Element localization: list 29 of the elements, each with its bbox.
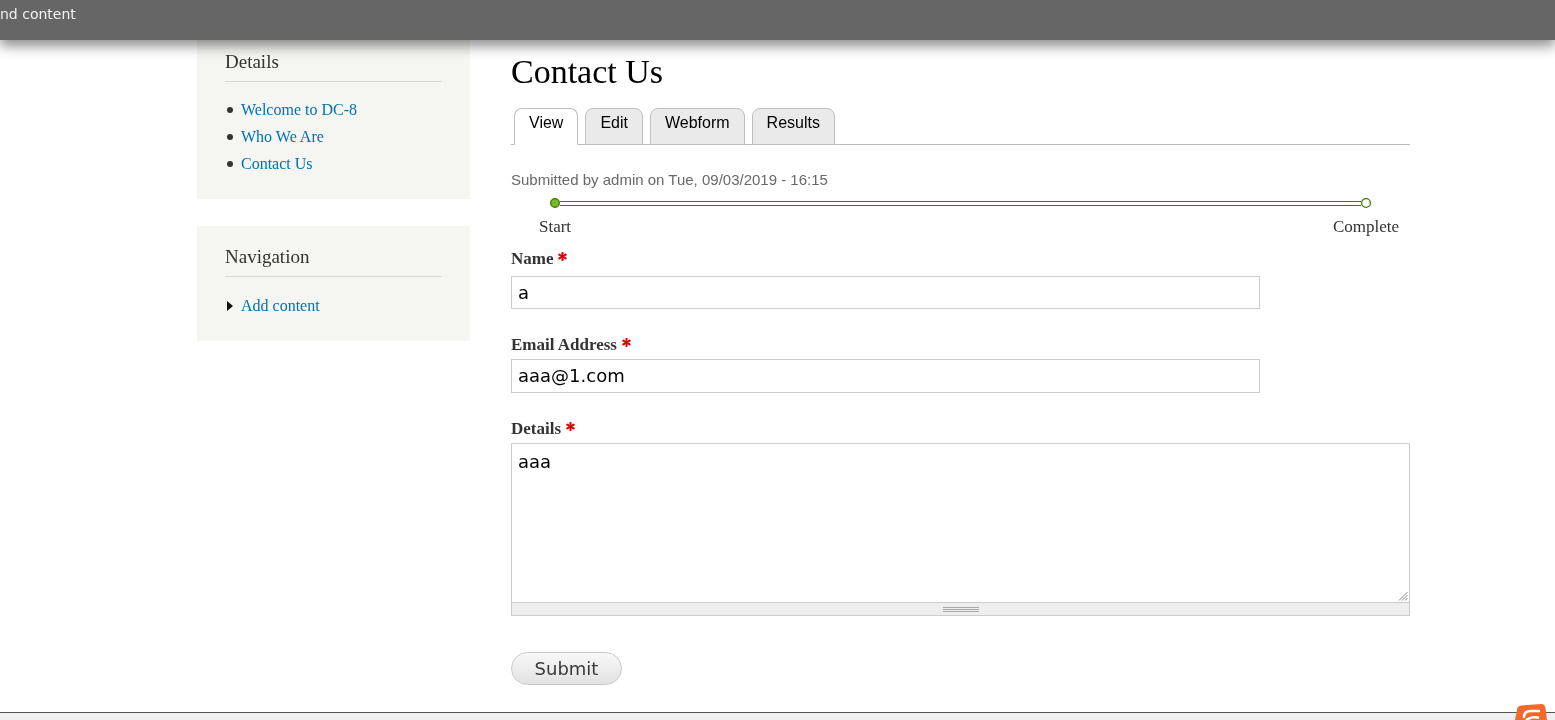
step-label: Start: [538, 216, 572, 238]
sidebar-link[interactable]: Welcome to DC-8: [241, 99, 357, 120]
bullet-icon: [227, 160, 233, 167]
sidebar-link[interactable]: Contact Us: [241, 153, 313, 174]
text-input-field[interactable]: aaa@1.com: [511, 359, 1260, 393]
block-title: Details: [225, 50, 442, 82]
app-icon[interactable]: [1513, 704, 1547, 720]
resize-grip-icon: [1398, 591, 1408, 601]
submit-button[interactable]: Submit: [511, 652, 622, 685]
text-input-field[interactable]: a: [511, 276, 1260, 309]
textarea-field[interactable]: aaa: [511, 443, 1410, 603]
tab[interactable]: Webform: [649, 108, 745, 145]
tab[interactable]: View: [514, 108, 579, 145]
block-title: Navigation: [225, 245, 442, 277]
tab[interactable]: Results: [751, 108, 835, 145]
drag-handle-icon: [942, 606, 979, 612]
submitted-info: Submitted by admin on Tue, 09/03/2019 - 16:15: [511, 171, 829, 189]
sidebar-link[interactable]: Who We Are: [241, 126, 324, 147]
tab[interactable]: Edit: [585, 108, 643, 145]
bullet-icon: [227, 106, 233, 113]
triangle-icon: [227, 300, 233, 311]
toolbar-link[interactable]: nd content: [0, 5, 76, 23]
page-title: Contact Us: [511, 52, 665, 92]
field-label: Details: [511, 418, 562, 440]
field-label: Email Address: [511, 334, 617, 356]
field-label: Name: [511, 248, 554, 270]
sidebar-link[interactable]: Add content: [241, 295, 320, 316]
step-label: Complete: [1332, 216, 1400, 238]
bullet-icon: [227, 133, 233, 140]
